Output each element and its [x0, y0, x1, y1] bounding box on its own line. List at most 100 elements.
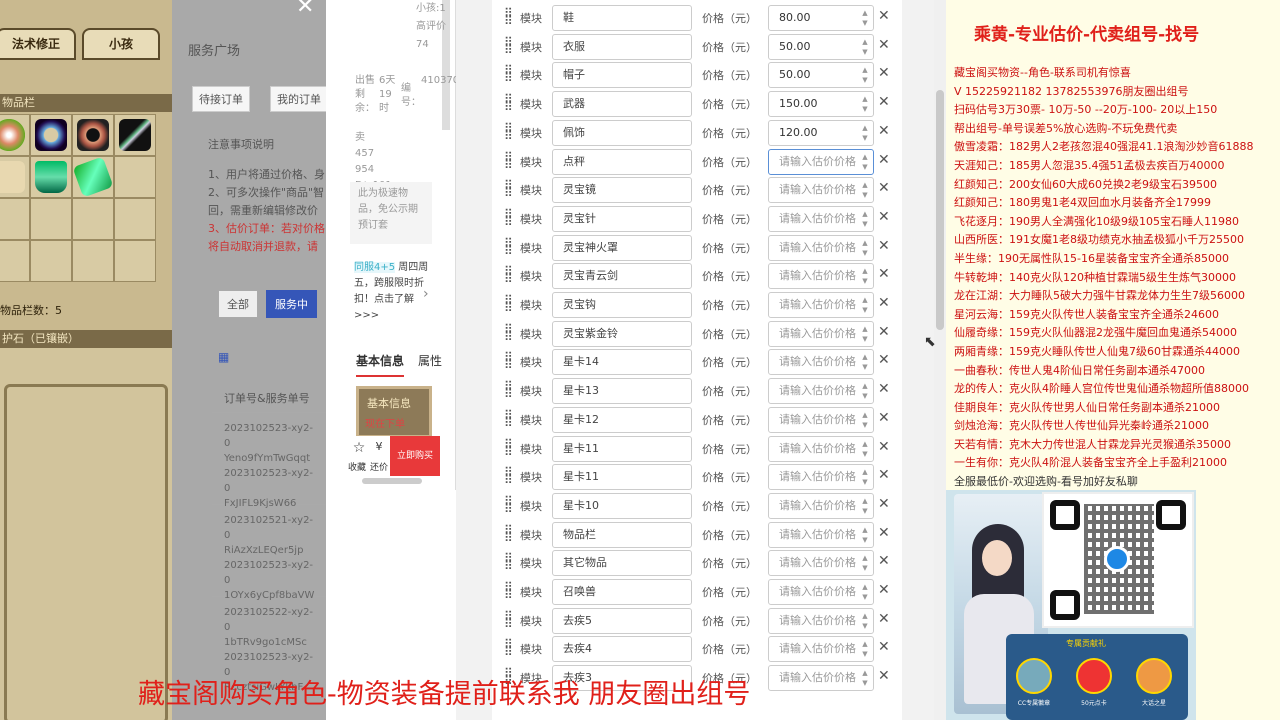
price-input[interactable]: 请输入估价价格 ▲ ▼ [768, 550, 874, 577]
stepper-icon[interactable]: ▲ ▼ [861, 525, 869, 545]
module-name-input[interactable]: 帽子 [552, 62, 692, 89]
drag-handle-icon[interactable]: ⠿ ⠿ [504, 93, 514, 113]
stepper-icon[interactable]: ▲ ▼ [861, 639, 869, 659]
price-input[interactable]: 请输入估价价格 ▲ ▼ [768, 292, 874, 318]
module-name-input[interactable]: 佩饰 [552, 119, 692, 146]
form-scrollbar[interactable] [934, 0, 946, 720]
price-input[interactable]: 80.00 ▲ ▼ [768, 5, 874, 31]
stepper-icon[interactable]: ▲ ▼ [861, 8, 869, 28]
drag-handle-icon[interactable]: ⠿ ⠿ [504, 495, 514, 515]
delete-icon[interactable]: ✕ [878, 152, 890, 168]
tab-basic-info[interactable]: 基本信息 [356, 352, 405, 377]
module-name-input[interactable]: 召唤兽 [552, 579, 692, 605]
drag-handle-icon[interactable]: ⠿ ⠿ [504, 466, 514, 486]
drag-handle-icon[interactable]: ⠿ ⠿ [504, 7, 514, 27]
drag-handle-icon[interactable]: ⠿ ⠿ [504, 151, 514, 171]
stepper-icon[interactable]: ▲ ▼ [861, 439, 869, 459]
delete-icon[interactable]: ✕ [878, 94, 890, 110]
module-name-input[interactable]: 星卡11 [552, 435, 692, 462]
delete-icon[interactable]: ✕ [878, 37, 890, 53]
drag-handle-icon[interactable]: ⠿ ⠿ [504, 524, 514, 544]
inventory-slot[interactable] [30, 240, 72, 282]
inventory-slot[interactable] [114, 114, 156, 156]
price-input[interactable]: 请输入估价价格 ▲ ▼ [768, 378, 874, 405]
drag-handle-icon[interactable]: ⠿ ⠿ [504, 409, 514, 429]
delete-icon[interactable]: ✕ [878, 553, 890, 569]
delete-icon[interactable]: ✕ [878, 381, 890, 397]
price-input[interactable]: 请输入估价价格 ▲ ▼ [768, 579, 874, 605]
module-name-input[interactable]: 灵宝镜 [552, 177, 692, 204]
drag-handle-icon[interactable]: ⠿ ⠿ [504, 64, 514, 84]
favorite-label[interactable]: 收藏 [348, 460, 366, 473]
stepper-icon[interactable]: ▲ ▼ [861, 553, 869, 573]
module-name-input[interactable]: 灵宝紫金铃 [552, 320, 692, 347]
drag-handle-icon[interactable]: ⠿ ⠿ [504, 581, 514, 601]
buy-now-button[interactable]: 立即购买 [390, 436, 440, 476]
module-name-input[interactable]: 灵宝针 [552, 205, 692, 232]
price-input[interactable]: 50.00 ▲ ▼ [768, 62, 874, 89]
drag-handle-icon[interactable]: ⠿ ⠿ [504, 351, 514, 371]
price-input[interactable]: 请输入估价价格 ▲ ▼ [768, 435, 874, 462]
close-icon[interactable]: ✕ [296, 0, 314, 19]
stepper-icon[interactable]: ▲ ▼ [861, 381, 869, 401]
filter-in-service-button[interactable]: 服务中 [266, 290, 317, 318]
price-input[interactable]: 请输入估价价格 ▲ ▼ [768, 148, 874, 175]
stepper-icon[interactable]: ▲ ▼ [861, 94, 869, 114]
tab-pending-orders[interactable]: 待接订单 [192, 86, 250, 112]
module-name-input[interactable]: 星卡13 [552, 378, 692, 405]
stepper-icon[interactable]: ▲ ▼ [861, 123, 869, 143]
stepper-icon[interactable]: ▲ ▼ [861, 496, 869, 516]
inventory-slot[interactable] [30, 198, 72, 240]
price-input[interactable]: 120.00 ▲ ▼ [768, 119, 874, 146]
stepper-icon[interactable]: ▲ ▼ [861, 209, 869, 229]
drag-handle-icon[interactable]: ⠿ ⠿ [504, 237, 514, 257]
stepper-icon[interactable]: ▲ ▼ [861, 668, 869, 688]
module-name-input[interactable]: 去疾4 [552, 636, 692, 663]
tab-my-orders[interactable]: 我的订单 [270, 86, 328, 112]
inventory-slot[interactable] [114, 240, 156, 282]
price-input[interactable]: 请输入估价价格 ▲ ▼ [768, 492, 874, 519]
delete-icon[interactable]: ✕ [878, 324, 890, 340]
module-name-input[interactable]: 点秤 [552, 148, 692, 175]
price-input[interactable]: 150.00 ▲ ▼ [768, 91, 874, 118]
price-input[interactable]: 请输入估价价格 ▲ ▼ [768, 464, 874, 491]
drag-handle-icon[interactable]: ⠿ ⠿ [504, 36, 514, 56]
star-icon[interactable]: ☆ [348, 440, 370, 456]
price-input[interactable]: 请输入估价价格 ▲ ▼ [768, 234, 874, 261]
horizontal-scrollbar[interactable] [362, 478, 422, 484]
delete-icon[interactable]: ✕ [878, 496, 890, 512]
drag-handle-icon[interactable]: ⠿ ⠿ [504, 380, 514, 400]
price-input[interactable]: 请输入估价价格 ▲ ▼ [768, 205, 874, 232]
chevron-right-icon[interactable]: › [423, 286, 429, 302]
stepper-icon[interactable]: ▲ ▼ [861, 65, 869, 85]
bargain-label[interactable]: 还价 [370, 460, 388, 473]
price-input[interactable]: 请输入估价价格 ▲ ▼ [768, 521, 874, 548]
module-name-input[interactable]: 武器 [552, 91, 692, 118]
delete-icon[interactable]: ✕ [878, 410, 890, 426]
stepper-icon[interactable]: ▲ ▼ [861, 266, 869, 286]
tab-attributes[interactable]: 属性 [418, 352, 442, 377]
delete-icon[interactable]: ✕ [878, 668, 890, 684]
drag-handle-icon[interactable]: ⠿ ⠿ [504, 294, 514, 314]
order-group[interactable]: 2023102521-xy2-0 RiAzXzLEQer5jp 20231025… [212, 504, 326, 601]
delete-icon[interactable]: ✕ [878, 525, 890, 541]
module-name-input[interactable]: 灵宝神火罩 [552, 234, 692, 261]
delete-icon[interactable]: ✕ [878, 123, 890, 139]
drag-handle-icon[interactable]: ⠿ ⠿ [504, 122, 514, 142]
price-input[interactable]: 请输入估价价格 ▲ ▼ [768, 406, 874, 433]
module-name-input[interactable]: 星卡14 [552, 349, 692, 376]
price-input[interactable]: 请输入估价价格 ▲ ▼ [768, 177, 874, 204]
stepper-icon[interactable]: ▲ ▼ [861, 295, 869, 315]
delete-icon[interactable]: ✕ [878, 266, 890, 282]
delete-icon[interactable]: ✕ [878, 65, 890, 81]
stepper-icon[interactable]: ▲ ▼ [861, 324, 869, 344]
stepper-icon[interactable]: ▲ ▼ [861, 582, 869, 602]
module-name-input[interactable]: 灵宝青云剑 [552, 263, 692, 290]
drag-handle-icon[interactable]: ⠿ ⠿ [504, 638, 514, 658]
stepper-icon[interactable]: ▲ ▼ [861, 352, 869, 372]
delete-icon[interactable]: ✕ [878, 439, 890, 455]
inventory-slot[interactable] [0, 114, 30, 156]
filter-all-button[interactable]: 全部 [218, 290, 258, 318]
inventory-slot[interactable] [72, 156, 114, 198]
tab-child[interactable]: 小孩 [82, 28, 160, 60]
